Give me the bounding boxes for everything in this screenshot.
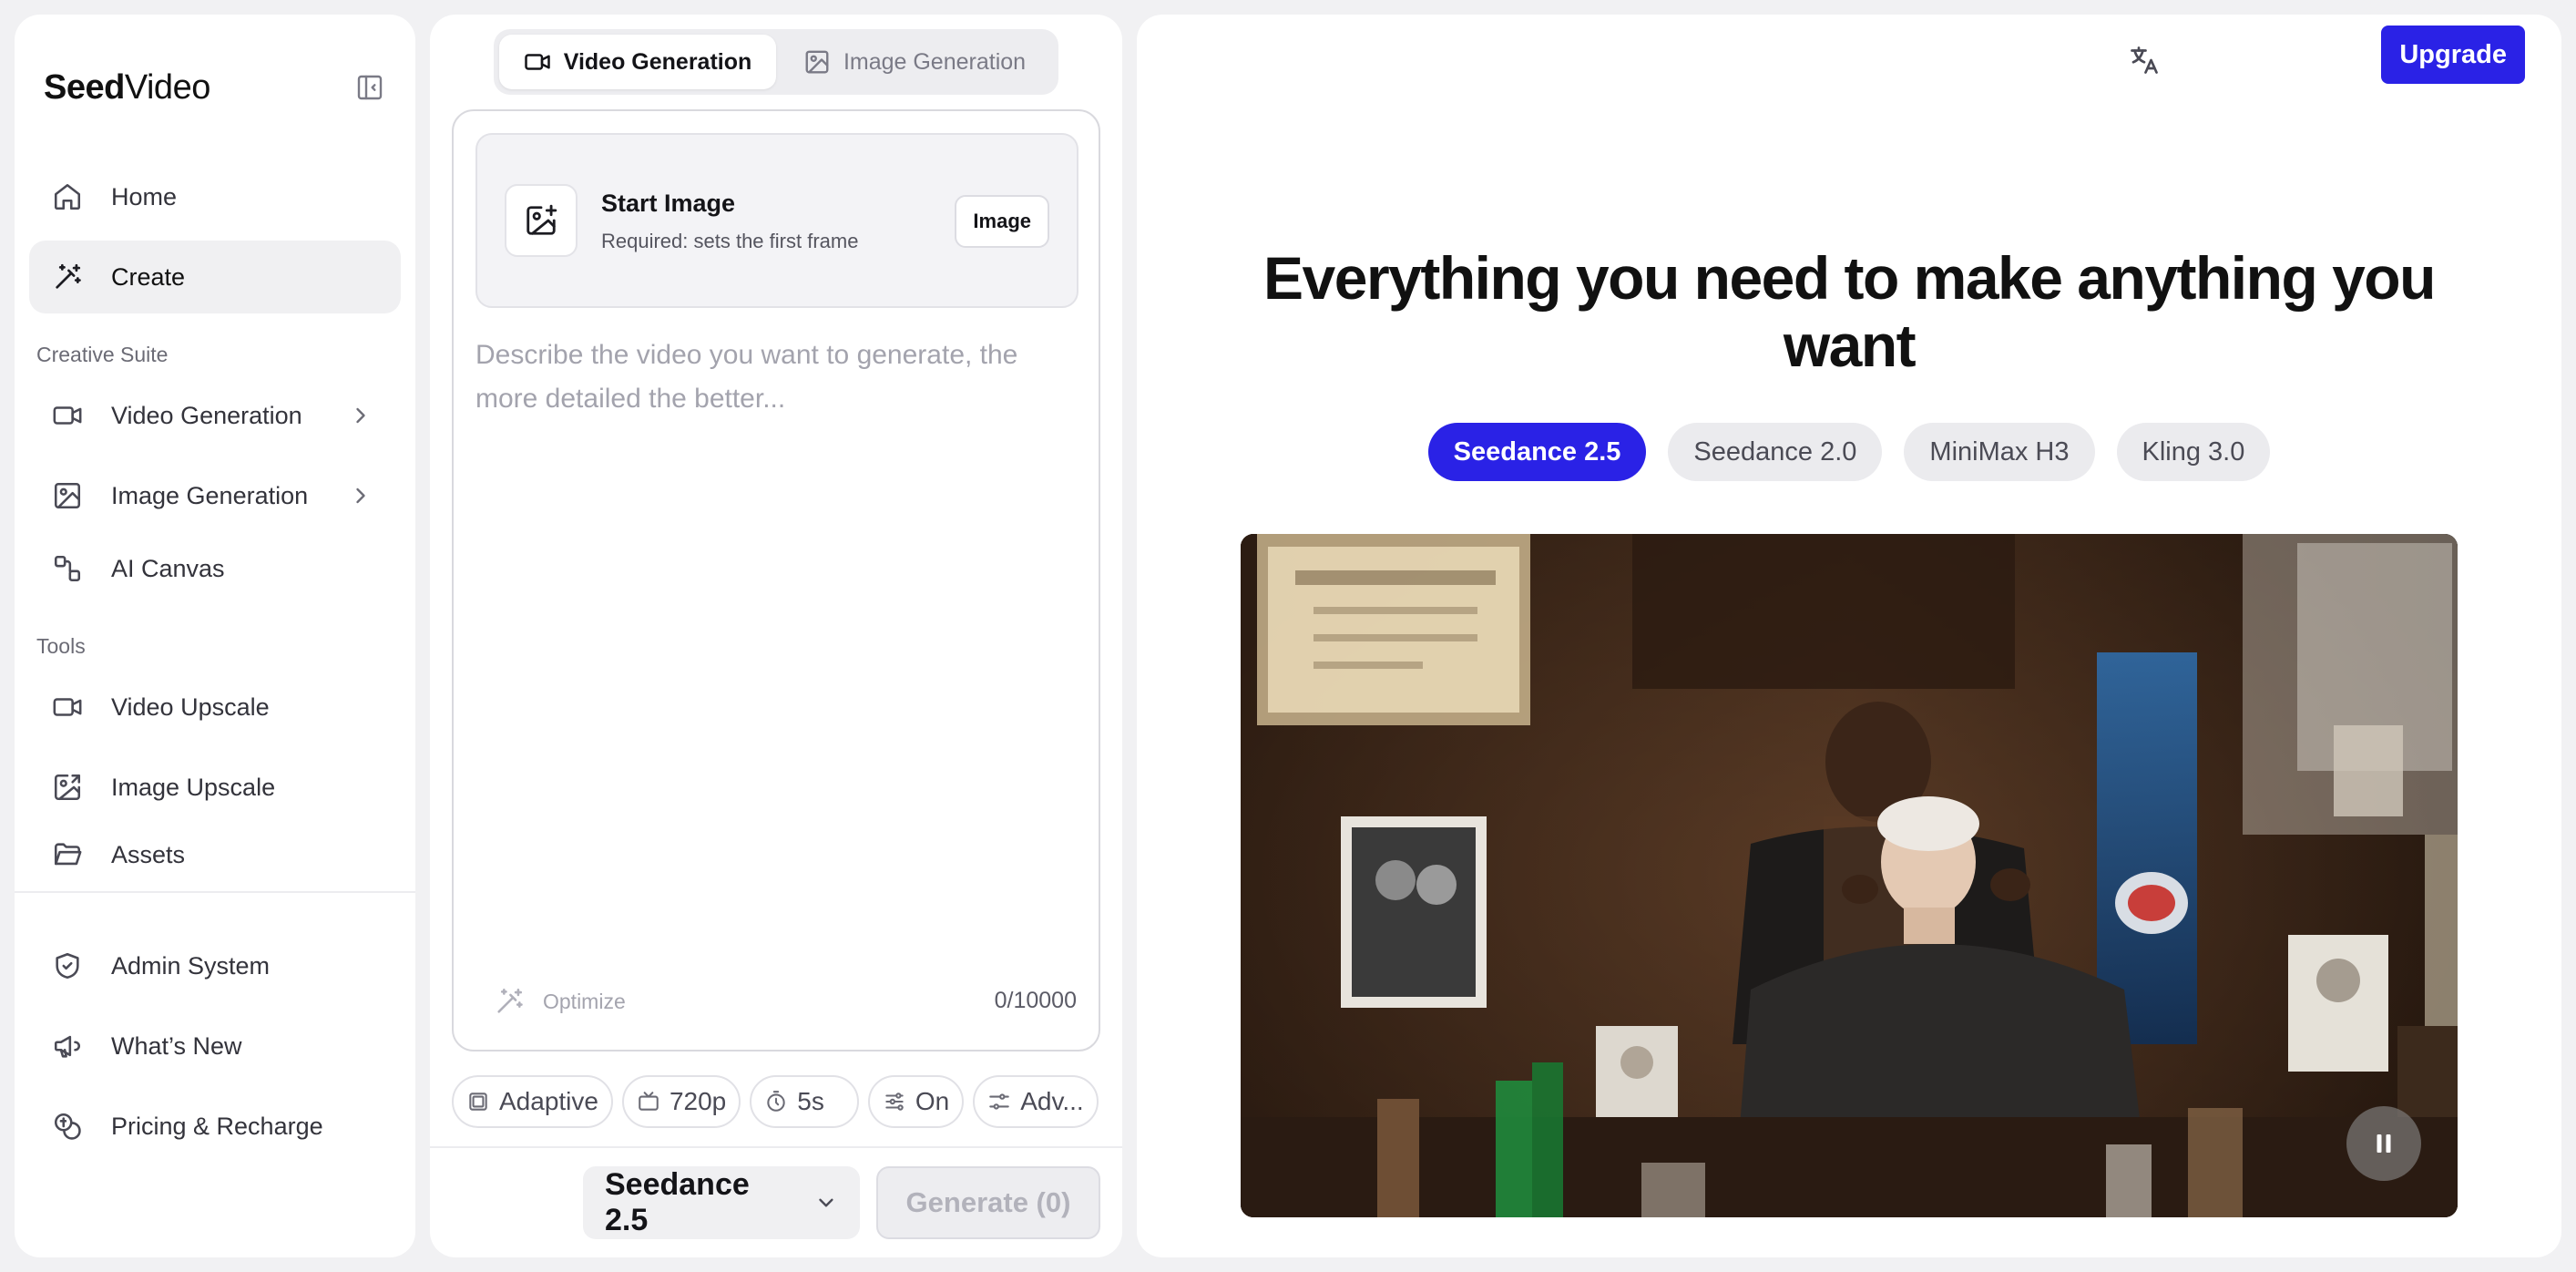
logo-light: Video: [124, 68, 211, 107]
aspect-ratio-icon: [469, 1092, 487, 1111]
shield-check-icon: [51, 949, 84, 982]
model-select-label: Seedance 2.5: [605, 1167, 750, 1237]
tab-video-generation[interactable]: Video Generation: [499, 35, 776, 89]
magic-wand-icon: [51, 261, 84, 293]
preview-video[interactable]: [1241, 534, 2458, 1217]
sidebar-item-label: Image Upscale: [111, 773, 276, 801]
sidebar-item-image-generation[interactable]: Image Generation: [29, 459, 401, 532]
sidebar-item-label: Video Generation: [111, 401, 302, 429]
sidebar-item-create[interactable]: Create: [29, 241, 401, 313]
advanced-settings-chip[interactable]: Adv...: [973, 1075, 1099, 1128]
optimize-label: Optimize: [543, 989, 626, 1013]
duration-chip[interactable]: 5s: [750, 1075, 859, 1128]
composer-divider: [430, 1146, 1122, 1148]
chip-label: 720p: [669, 1087, 727, 1115]
chip-label: Adv...: [1020, 1087, 1084, 1115]
pause-button[interactable]: [2346, 1106, 2421, 1181]
model-pill-minimax-h3[interactable]: MiniMax H3: [1904, 423, 2095, 481]
sidebar-item-label: Assets: [111, 840, 186, 868]
canvas-nodes-icon: [51, 552, 84, 585]
sidebar-item-label: Home: [111, 182, 178, 210]
sidebar-item-admin-system[interactable]: Admin System: [29, 929, 401, 1002]
sidebar-divider: [15, 891, 415, 893]
generate-button[interactable]: Generate (0): [876, 1166, 1100, 1239]
optimize-button[interactable]: Optimize: [494, 986, 626, 1017]
home-icon: [51, 180, 84, 213]
parameter-row: Adaptive 720p 5s On Adv...: [452, 1075, 1100, 1128]
sidebar-item-label: Image Generation: [111, 481, 309, 509]
timer-icon: [767, 1091, 785, 1112]
sliders-icon: [885, 1092, 904, 1111]
language-button[interactable]: [2121, 36, 2168, 84]
logo-bold: Seed: [44, 68, 125, 107]
section-title-tools: Tools: [36, 634, 86, 658]
upload-image-button[interactable]: Image: [955, 195, 1049, 248]
coins-icon: [51, 1110, 84, 1143]
start-image-subtitle: Required: sets the first frame: [601, 230, 859, 252]
chevron-right-icon: [348, 483, 373, 508]
video-still-image: [1241, 534, 2458, 1217]
start-image-card[interactable]: Start Image Required: sets the first fra…: [475, 133, 1078, 308]
sidebar-item-whats-new[interactable]: What’s New: [29, 1010, 401, 1082]
sidebar-item-pricing[interactable]: Pricing & Recharge: [29, 1090, 401, 1163]
composer-panel: Video Generation Image Generation Start …: [430, 15, 1122, 1257]
sidebar-item-label: Create: [111, 262, 186, 291]
chip-label: 5s: [797, 1087, 824, 1115]
translate-icon: [2131, 46, 2158, 74]
sidebar-item-label: Pricing & Recharge: [111, 1112, 323, 1140]
megaphone-icon: [51, 1030, 84, 1062]
model-select[interactable]: Seedance 2.5: [583, 1166, 860, 1239]
resolution-chip[interactable]: 720p: [621, 1075, 741, 1128]
tab-image-generation[interactable]: Image Generation: [776, 35, 1053, 89]
sidebar-item-assets[interactable]: Assets: [29, 818, 401, 891]
collapse-sidebar-button[interactable]: [353, 71, 386, 104]
tab-label: Image Generation: [843, 48, 1027, 75]
settings-icon: [989, 1093, 1009, 1110]
image-icon: [805, 50, 829, 74]
brand-row: SeedVideo: [44, 66, 386, 109]
model-pills: Seedance 2.5 Seedance 2.0 MiniMax H3 Kli…: [1137, 423, 2561, 481]
image-icon: [51, 479, 84, 512]
chevron-down-icon: [819, 1198, 833, 1207]
tab-label: Video Generation: [563, 48, 752, 75]
sidebar-item-home[interactable]: Home: [29, 160, 401, 233]
mode-toggle: Video Generation Image Generation: [494, 29, 1058, 95]
sidebar-collapse-icon: [357, 75, 383, 100]
folder-icon: [51, 838, 84, 871]
sidebar-item-label: Video Upscale: [111, 692, 270, 721]
chevron-right-icon: [348, 403, 373, 428]
image-upscale-icon: [51, 771, 84, 804]
start-image-title: Start Image: [601, 190, 736, 217]
sidebar-item-label: AI Canvas: [111, 554, 225, 582]
resolution-icon: [639, 1092, 659, 1111]
sidebar-item-video-upscale[interactable]: Video Upscale: [29, 671, 401, 744]
sidebar-item-video-generation[interactable]: Video Generation: [29, 379, 401, 452]
pause-icon: [2377, 1134, 2391, 1153]
upgrade-button[interactable]: Upgrade: [2381, 26, 2525, 84]
sidebar-item-image-upscale[interactable]: Image Upscale: [29, 751, 401, 824]
model-pill-seedance-2-5[interactable]: Seedance 2.5: [1427, 423, 1647, 481]
section-title-creative: Creative Suite: [36, 343, 169, 366]
aspect-ratio-chip[interactable]: Adaptive: [452, 1075, 613, 1128]
prompt-box: Start Image Required: sets the first fra…: [452, 109, 1100, 1051]
sidebar-item-ai-canvas[interactable]: AI Canvas: [29, 532, 401, 605]
logo[interactable]: SeedVideo: [44, 66, 210, 109]
character-count: 0/10000: [994, 988, 1077, 1013]
main-panel: Upgrade Everything you need to make anyt…: [1137, 15, 2561, 1257]
video-camera-icon: [51, 399, 84, 432]
model-pill-kling-3-0[interactable]: Kling 3.0: [2116, 423, 2271, 481]
video-camera-icon: [524, 54, 550, 70]
video-camera-icon: [51, 691, 84, 723]
prompt-input[interactable]: [475, 333, 1080, 1026]
add-image-icon: [505, 184, 578, 257]
hero-headline: Everything you need to make anything you…: [1263, 244, 2436, 379]
sidebar-item-label: What’s New: [111, 1031, 242, 1060]
sidebar: SeedVideo Home Create Creative Suite Vid…: [15, 15, 415, 1257]
audio-toggle-chip[interactable]: On: [867, 1075, 965, 1128]
chip-label: Adaptive: [499, 1087, 598, 1115]
magic-wand-icon: [497, 988, 523, 1013]
sidebar-item-label: Admin System: [111, 951, 271, 980]
model-pill-seedance-2-0[interactable]: Seedance 2.0: [1668, 423, 1883, 481]
chip-label: On: [915, 1087, 950, 1115]
